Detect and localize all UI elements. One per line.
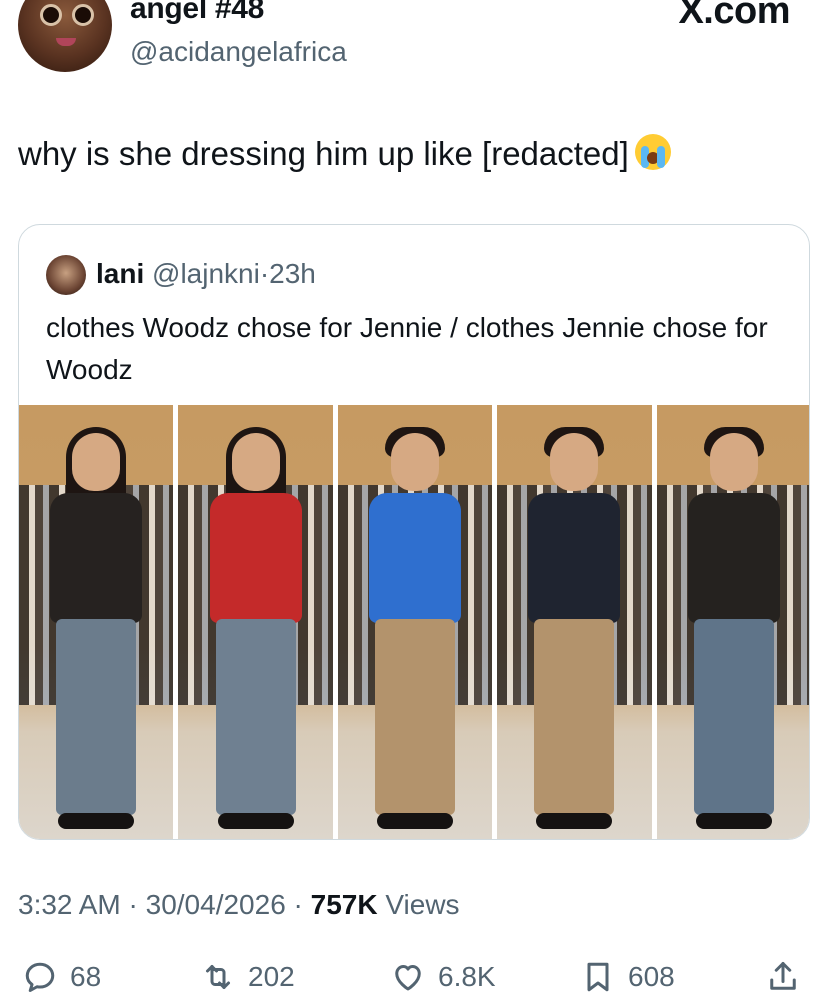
photo-woodz-outfit-1[interactable] <box>337 405 493 839</box>
reply-count: 68 <box>70 961 102 992</box>
person-figure <box>674 427 794 833</box>
quoted-tweet-header: lani @lajnkni·23h <box>96 257 316 291</box>
repost-button[interactable]: 202 <box>200 955 295 999</box>
quoted-author-avatar[interactable] <box>46 255 86 295</box>
photo-woodz-outfit-3[interactable] <box>656 405 809 839</box>
quoted-tweet-media-grid[interactable] <box>19 405 809 839</box>
share-button[interactable] <box>765 955 801 999</box>
quoted-tweet-card[interactable]: lani @lajnkni·23h clothes Woodz chose fo… <box>18 224 810 840</box>
tweet-time[interactable]: 3:32 AM <box>18 889 121 920</box>
author-avatar[interactable] <box>18 0 112 72</box>
share-icon <box>770 962 796 990</box>
views-count[interactable]: 757K <box>311 889 378 920</box>
tweet-text-content: why is she dressing him up like [redacte… <box>18 135 629 172</box>
crying-face-emoji-icon <box>634 134 671 170</box>
quoted-author-name[interactable]: lani <box>96 258 144 289</box>
like-button[interactable]: 6.8K <box>390 955 496 999</box>
bookmark-button[interactable]: 608 <box>580 955 675 999</box>
bookmark-count: 608 <box>628 961 675 992</box>
quoted-author-handle[interactable]: @lajnkni <box>152 258 260 289</box>
photo-jennie-outfit-1[interactable] <box>19 405 174 839</box>
tweet-date[interactable]: 30/04/2026 <box>146 889 286 920</box>
quoted-tweet-time[interactable]: 23h <box>269 258 316 289</box>
person-figure <box>355 427 475 833</box>
meta-separator: · <box>120 889 146 920</box>
quoted-separator: · <box>259 258 270 289</box>
tweet-text: why is she dressing him up like [redacte… <box>18 133 671 175</box>
views-label: Views <box>377 889 460 920</box>
photo-jennie-outfit-2[interactable] <box>178 405 333 839</box>
quoted-tweet-text: clothes Woodz chose for Jennie / clothes… <box>46 312 768 385</box>
author-handle[interactable]: @acidangelafrica <box>130 36 347 68</box>
photo-woodz-outfit-2[interactable] <box>497 405 652 839</box>
reply-button[interactable]: 68 <box>22 955 101 999</box>
like-count: 6.8K <box>438 961 496 992</box>
repost-icon <box>206 965 230 989</box>
repost-count: 202 <box>248 961 295 992</box>
reply-icon <box>25 962 55 992</box>
person-figure <box>196 427 316 833</box>
heart-icon <box>395 965 421 991</box>
bookmark-icon <box>587 962 609 992</box>
action-bar: 68 202 6.8K 608 <box>0 955 828 999</box>
x-com-watermark: X.com <box>678 0 790 32</box>
person-figure <box>36 427 156 833</box>
person-figure <box>514 427 634 833</box>
author-display-name[interactable]: angel #48 <box>130 0 264 26</box>
meta-separator: · <box>285 889 311 920</box>
tweet-metadata: 3:32 AM · 30/04/2026 · 757K Views <box>18 889 460 921</box>
